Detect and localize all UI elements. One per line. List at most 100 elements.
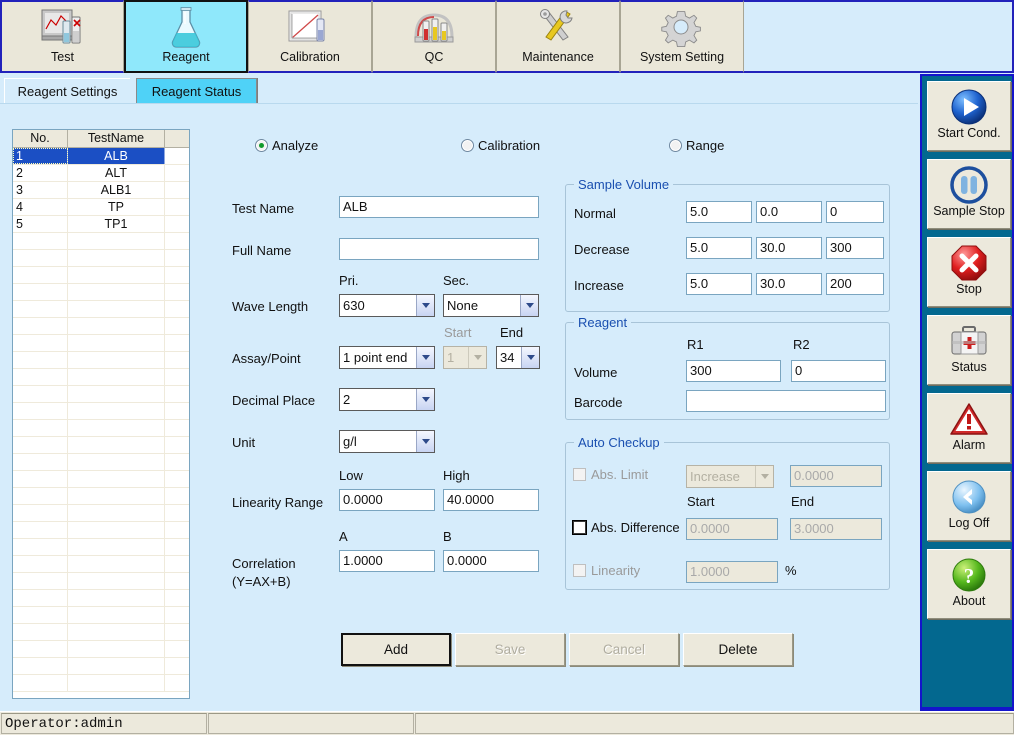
- table-row[interactable]: 5 TP1: [13, 216, 189, 233]
- chevron-down-icon[interactable]: [521, 347, 539, 368]
- table-row[interactable]: [13, 471, 189, 488]
- table-row[interactable]: [13, 250, 189, 267]
- combo-wave-pri[interactable]: 630: [339, 294, 435, 317]
- table-row[interactable]: [13, 318, 189, 335]
- table-row[interactable]: 2 ALT: [13, 165, 189, 182]
- toolbar-button-maintenance[interactable]: Maintenance: [496, 0, 620, 73]
- cell-blank: [165, 522, 189, 538]
- table-row[interactable]: [13, 267, 189, 284]
- table-row[interactable]: [13, 573, 189, 590]
- label-r2: R2: [793, 337, 810, 352]
- sidebar-button-alarm[interactable]: Alarm: [927, 393, 1011, 463]
- input-sv-decrease-3[interactable]: 300: [826, 237, 884, 259]
- chevron-down-icon[interactable]: [416, 431, 434, 452]
- input-test-name[interactable]: ALB: [339, 196, 539, 218]
- input-sv-decrease-1[interactable]: 5.0: [686, 237, 752, 259]
- table-row[interactable]: [13, 658, 189, 675]
- delete-button[interactable]: Delete: [683, 633, 793, 666]
- input-reagent-volume-r2[interactable]: 0: [791, 360, 886, 382]
- cell-no: [13, 556, 68, 572]
- chevron-down-icon[interactable]: [520, 295, 538, 316]
- input-full-name[interactable]: [339, 238, 539, 260]
- input-sv-increase-3[interactable]: 200: [826, 273, 884, 295]
- table-row[interactable]: 3 ALB1: [13, 182, 189, 199]
- table-row[interactable]: [13, 488, 189, 505]
- input-correlation-b[interactable]: 0.0000: [443, 550, 539, 572]
- toolbar-button-calibration[interactable]: Calibration: [248, 0, 372, 73]
- input-sv-decrease-2[interactable]: 30.0: [756, 237, 822, 259]
- table-row[interactable]: [13, 369, 189, 386]
- input-reagent-barcode[interactable]: [686, 390, 886, 412]
- table-row[interactable]: [13, 437, 189, 454]
- table-row[interactable]: [13, 403, 189, 420]
- input-correlation-a[interactable]: 1.0000: [339, 550, 435, 572]
- table-row[interactable]: [13, 335, 189, 352]
- combo-unit[interactable]: g/l: [339, 430, 435, 453]
- sidebar-button-stop[interactable]: Stop: [927, 237, 1011, 307]
- sidebar-button-sample-stop[interactable]: Sample Stop: [927, 159, 1011, 229]
- sidebar-button-log-off[interactable]: Log Off: [927, 471, 1011, 541]
- input-linearity-high[interactable]: 40.0000: [443, 489, 539, 511]
- table-row[interactable]: [13, 233, 189, 250]
- input-sv-normal-3[interactable]: 0: [826, 201, 884, 223]
- combo-point-end[interactable]: 34: [496, 346, 540, 369]
- cell-no: [13, 250, 68, 266]
- toolbar-button-reagent[interactable]: Reagent: [124, 0, 248, 73]
- input-linearity-low[interactable]: 0.0000: [339, 489, 435, 511]
- chevron-down-icon[interactable]: [416, 347, 434, 368]
- input-sv-normal-1[interactable]: 5.0: [686, 201, 752, 223]
- toolbar-button-test[interactable]: Test: [0, 0, 124, 73]
- toolbar-button-system-setting[interactable]: System Setting: [620, 0, 744, 73]
- table-row[interactable]: [13, 352, 189, 369]
- table-row[interactable]: [13, 301, 189, 318]
- table-row[interactable]: [13, 420, 189, 437]
- radio-analyze[interactable]: Analyze: [255, 138, 318, 153]
- input-sv-increase-1[interactable]: 5.0: [686, 273, 752, 295]
- cell-blank: [165, 454, 189, 470]
- cell-no: [13, 624, 68, 640]
- table-row[interactable]: [13, 505, 189, 522]
- tab-reagent-status[interactable]: Reagent Status: [136, 78, 257, 103]
- input-reagent-volume-r1[interactable]: 300: [686, 360, 781, 382]
- cell-testname: ALB1: [68, 182, 165, 198]
- table-row[interactable]: [13, 590, 189, 607]
- table-row[interactable]: [13, 624, 189, 641]
- test-list-grid[interactable]: No. TestName 1 ALB 2 ALT 3 ALB1 4 TP 5 TP1: [12, 129, 190, 699]
- combo-decimal-place[interactable]: 2: [339, 388, 435, 411]
- input-sv-increase-2[interactable]: 30.0: [756, 273, 822, 295]
- table-row[interactable]: [13, 556, 189, 573]
- tab-strip: Reagent Settings Reagent Status: [0, 78, 918, 104]
- radio-range[interactable]: Range: [669, 138, 724, 153]
- toolbar-button-qc[interactable]: QC: [372, 0, 496, 73]
- tab-reagent-settings[interactable]: Reagent Settings: [4, 78, 130, 103]
- radio-calibration[interactable]: Calibration: [461, 138, 540, 153]
- checkbox-abs-difference[interactable]: [572, 520, 587, 535]
- cell-testname: [68, 522, 165, 538]
- table-row[interactable]: [13, 522, 189, 539]
- combo-value: 2: [343, 392, 351, 407]
- label-abs-difference: Abs. Difference: [591, 520, 680, 535]
- table-row[interactable]: [13, 539, 189, 556]
- table-row[interactable]: [13, 675, 189, 692]
- table-row[interactable]: [13, 607, 189, 624]
- chevron-down-icon[interactable]: [416, 389, 434, 410]
- table-row[interactable]: [13, 386, 189, 403]
- cell-no: 5: [13, 216, 68, 232]
- table-row[interactable]: [13, 641, 189, 658]
- table-row[interactable]: [13, 284, 189, 301]
- group-auto-checkup: Auto Checkup Abs. Limit Increase 0.0000 …: [565, 435, 890, 590]
- input-abs-diff-end: 3.0000: [790, 518, 882, 540]
- combo-wave-sec[interactable]: None: [443, 294, 539, 317]
- sidebar-button-about[interactable]: ? About: [927, 549, 1011, 619]
- chevron-down-icon[interactable]: [416, 295, 434, 316]
- sidebar-button-start-cond[interactable]: Start Cond.: [927, 81, 1011, 151]
- sidebar-button-status[interactable]: Status: [927, 315, 1011, 385]
- label-unit: Unit: [232, 435, 256, 450]
- input-sv-normal-2[interactable]: 0.0: [756, 201, 822, 223]
- combo-value: 1 point end: [343, 350, 408, 365]
- combo-assay-point[interactable]: 1 point end: [339, 346, 435, 369]
- add-button[interactable]: Add: [341, 633, 451, 666]
- table-row[interactable]: 4 TP: [13, 199, 189, 216]
- combo-value: g/l: [343, 434, 357, 449]
- table-row[interactable]: [13, 454, 189, 471]
